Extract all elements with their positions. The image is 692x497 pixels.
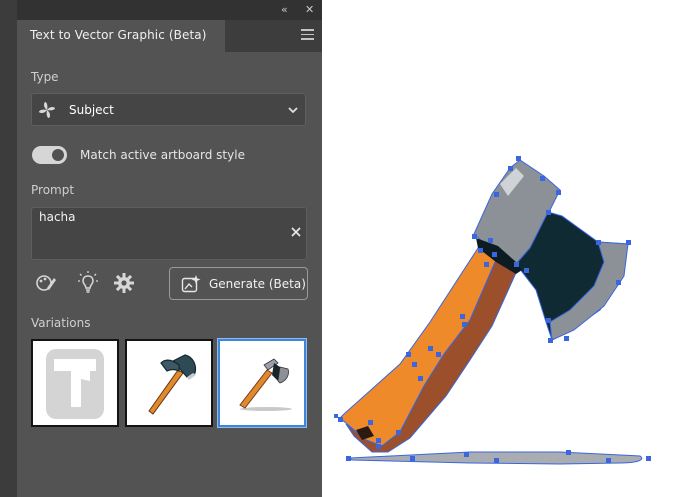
match-style-label: Match active artboard style: [80, 148, 245, 162]
clear-prompt-icon[interactable]: [290, 226, 302, 238]
prompt-value: hacha: [39, 210, 76, 224]
generate-button-label: Generate (Beta): [209, 277, 306, 291]
axe-glyph-thumbnail-image: [33, 341, 117, 425]
type-dropdown[interactable]: Subject: [31, 93, 306, 126]
subject-pinwheel-icon: [39, 102, 55, 118]
panel-tab-row: Text to Vector Graphic (Beta): [17, 20, 322, 52]
left-tool-strip: [0, 0, 17, 497]
panel-bottom-area: [17, 437, 322, 497]
close-panel-button[interactable]: ✕: [305, 3, 314, 17]
axe-thumbnail-image: [127, 341, 211, 425]
gear-icon[interactable]: [111, 270, 137, 296]
type-selected-value: Subject: [69, 103, 114, 117]
match-style-toggle[interactable]: [32, 146, 67, 164]
chevron-down-icon: [288, 107, 298, 114]
variation-thumbnail-1[interactable]: [31, 339, 119, 427]
generate-sparkle-icon: [181, 275, 201, 293]
variation-thumbnail-3[interactable]: [217, 338, 307, 428]
lightbulb-icon[interactable]: [75, 270, 101, 296]
tab-text-to-vector[interactable]: Text to Vector Graphic (Beta): [17, 20, 225, 52]
tab-label: Text to Vector Graphic (Beta): [30, 28, 207, 42]
collapse-panel-button[interactable]: «: [281, 3, 288, 17]
variation-thumbnail-2[interactable]: [125, 339, 213, 427]
text-to-vector-panel: « ✕ Text to Vector Graphic (Beta) Type S…: [17, 0, 322, 497]
panel-menu-icon[interactable]: [301, 29, 314, 40]
axe-thumbnail-image: [220, 341, 304, 425]
panel-topbar: « ✕: [17, 0, 322, 20]
prompt-input[interactable]: hacha: [31, 207, 307, 260]
generate-button[interactable]: Generate (Beta): [169, 267, 308, 300]
variations-label: Variations: [31, 316, 91, 330]
type-label: Type: [31, 70, 59, 84]
prompt-label: Prompt: [31, 183, 75, 197]
style-picker-icon[interactable]: [33, 270, 59, 296]
axe-vector-artwork[interactable]: [334, 156, 651, 465]
artboard-canvas: [334, 156, 651, 465]
